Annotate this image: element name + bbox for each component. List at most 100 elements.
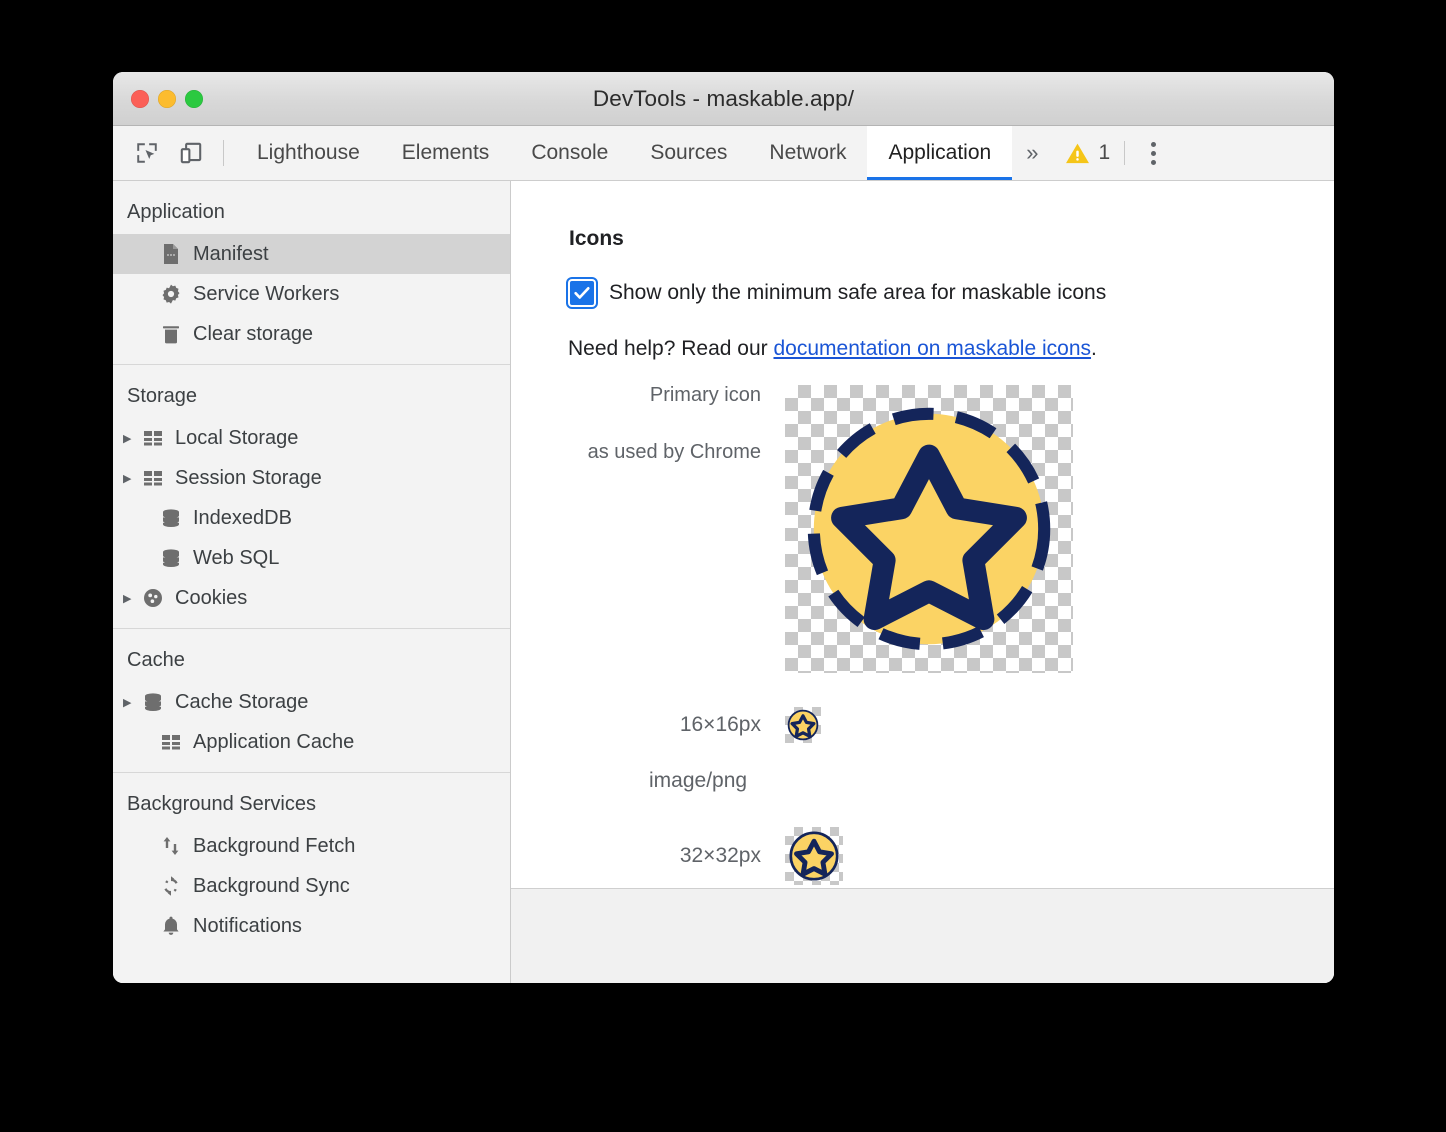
maskable-safe-area-row: Show only the minimum safe area for mask… <box>511 279 1334 307</box>
show-min-safe-area-checkbox[interactable] <box>568 279 596 307</box>
table-icon <box>159 730 191 754</box>
maskable-star-badge-icon <box>785 827 843 885</box>
icon-preview-32 <box>785 827 843 885</box>
sidebar-group-title-cache: Cache <box>113 629 510 682</box>
icon-size-label-16: 16×16px <box>511 713 785 737</box>
help-text-prefix: Need help? Read our <box>568 337 773 360</box>
screenshot-root: DevTools - maskable.app/ Lig <box>0 0 1446 1132</box>
kebab-dot-3 <box>1151 160 1156 165</box>
sidebar-item-cache-storage[interactable]: ▶ Cache Storage <box>113 682 510 722</box>
inspect-element-button[interactable] <box>125 126 169 180</box>
sidebar-item-label: Application Cache <box>191 731 354 754</box>
icon-preview-16 <box>785 707 821 743</box>
sidebar-item-background-fetch[interactable]: Background Fetch <box>113 826 510 866</box>
toolbar-divider <box>223 140 224 166</box>
up-down-arrows-icon <box>159 834 191 858</box>
tab-network[interactable]: Network <box>748 126 867 180</box>
inspect-element-icon <box>134 140 160 166</box>
icon-size-label-32: 32×32px <box>511 844 785 868</box>
icon-mime-16: image/png <box>511 769 1334 793</box>
sidebar-item-indexeddb[interactable]: IndexedDB <box>113 498 510 538</box>
devtools-window: DevTools - maskable.app/ Lig <box>113 72 1334 983</box>
help-text-suffix: . <box>1091 337 1097 360</box>
database-icon <box>159 506 191 530</box>
panel-footer <box>511 889 1334 983</box>
chevron-right-icon[interactable]: ▶ <box>123 472 141 485</box>
sidebar-item-cookies[interactable]: ▶ Cookies <box>113 578 510 618</box>
document-icon <box>159 242 191 266</box>
sidebar-item-label: Manifest <box>191 243 269 266</box>
chevron-right-icon[interactable]: ▶ <box>123 696 141 709</box>
window-titlebar: DevTools - maskable.app/ <box>113 72 1334 126</box>
manifest-panel-body: Icons Show only the minimum safe area fo… <box>511 181 1334 889</box>
icon-row-16: 16×16px <box>511 707 1334 743</box>
chevron-right-icon[interactable]: ▶ <box>123 592 141 605</box>
customize-devtools-button[interactable] <box>1135 126 1172 180</box>
sidebar-group-title-background-services: Background Services <box>113 773 510 826</box>
help-text: Need help? Read our documentation on mas… <box>511 337 1334 361</box>
section-title-icons: Icons <box>511 227 1334 251</box>
minimize-window-button[interactable] <box>158 90 176 108</box>
sidebar-item-local-storage[interactable]: ▶ Local Storage <box>113 418 510 458</box>
device-toolbar-icon <box>178 140 204 166</box>
maskable-star-badge-icon <box>785 385 1073 673</box>
refresh-icon <box>159 874 191 898</box>
sidebar-item-background-sync[interactable]: Background Sync <box>113 866 510 906</box>
sidebar-item-label: Background Fetch <box>191 835 355 858</box>
sidebar-item-label: Clear storage <box>191 323 313 346</box>
tab-application[interactable]: Application <box>867 126 1012 180</box>
close-window-button[interactable] <box>131 90 149 108</box>
zoom-window-button[interactable] <box>185 90 203 108</box>
warning-count: 1 <box>1098 141 1110 165</box>
maskable-docs-link[interactable]: documentation on maskable icons <box>773 337 1091 360</box>
sidebar-item-label: Service Workers <box>191 283 339 306</box>
warning-triangle-icon <box>1064 140 1091 167</box>
primary-icon-preview <box>785 385 1073 673</box>
sidebar-item-notifications[interactable]: Notifications <box>113 906 510 946</box>
sidebar-group-title-storage: Storage <box>113 365 510 418</box>
sidebar-item-label: Session Storage <box>173 467 322 490</box>
warning-indicator[interactable]: 1 <box>1052 126 1114 180</box>
sidebar-item-label: Notifications <box>191 915 302 938</box>
sidebar-item-clear-storage[interactable]: Clear storage <box>113 314 510 354</box>
device-toolbar-button[interactable] <box>169 126 213 180</box>
more-tabs-button[interactable]: » <box>1012 126 1052 180</box>
sidebar-item-service-workers[interactable]: Service Workers <box>113 274 510 314</box>
sidebar-item-web-sql[interactable]: Web SQL <box>113 538 510 578</box>
chevron-right-icon[interactable]: ▶ <box>123 432 141 445</box>
tab-lighthouse[interactable]: Lighthouse <box>236 126 381 180</box>
sidebar-item-label: Cache Storage <box>173 691 308 714</box>
kebab-dot-2 <box>1151 151 1156 156</box>
kebab-dot-1 <box>1151 142 1156 147</box>
table-icon <box>141 466 173 490</box>
tab-sources[interactable]: Sources <box>629 126 748 180</box>
database-icon <box>141 690 173 714</box>
sidebar-item-application-cache[interactable]: Application Cache <box>113 722 510 762</box>
database-icon <box>159 546 191 570</box>
sidebar-item-label: Background Sync <box>191 875 350 898</box>
toolbar-divider-2 <box>1124 141 1125 165</box>
sidebar-group-title-application: Application <box>113 181 510 234</box>
sidebar-item-label: Cookies <box>173 587 247 610</box>
sidebar-item-manifest[interactable]: Manifest <box>113 234 510 274</box>
manifest-panel: Icons Show only the minimum safe area fo… <box>511 181 1334 983</box>
window-controls[interactable] <box>131 90 203 108</box>
devtools-body: Application Manifest <box>113 181 1334 983</box>
cookie-icon <box>141 586 173 610</box>
window-title: DevTools - maskable.app/ <box>113 86 1334 112</box>
table-icon <box>141 426 173 450</box>
tab-elements[interactable]: Elements <box>381 126 511 180</box>
gear-icon <box>159 282 191 306</box>
sidebar-item-label: Local Storage <box>173 427 298 450</box>
sidebar-item-session-storage[interactable]: ▶ Session Storage <box>113 458 510 498</box>
icon-row-32: 32×32px <box>511 827 1334 885</box>
devtools-toolbar: Lighthouse Elements Console Sources Netw… <box>113 126 1334 181</box>
tab-console[interactable]: Console <box>510 126 629 180</box>
bell-icon <box>159 914 191 938</box>
trash-icon <box>159 322 191 346</box>
maskable-star-badge-icon <box>785 707 821 743</box>
primary-icon-labels: Primary icon as used by Chrome <box>511 385 785 463</box>
primary-icon-label-line2: as used by Chrome <box>511 442 761 463</box>
panel-tabs: Lighthouse Elements Console Sources Netw… <box>236 126 1012 180</box>
primary-icon-label-line1: Primary icon <box>650 384 761 406</box>
